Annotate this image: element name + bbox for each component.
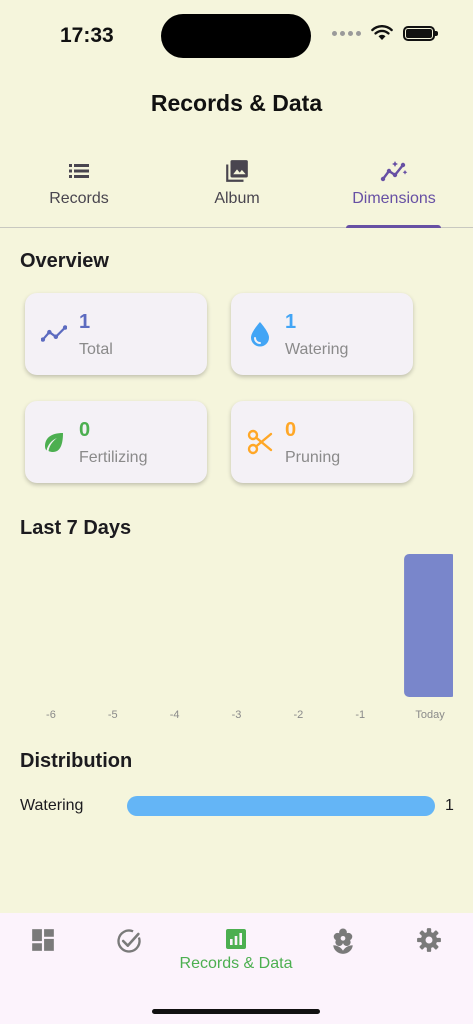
home-indicator (152, 1009, 320, 1014)
stat-label: Pruning (285, 449, 341, 466)
chart-tick-label: -6 (46, 709, 56, 721)
scissors-icon (247, 429, 273, 455)
chart-tick-label: Today (415, 709, 445, 721)
nav-records-data[interactable]: Records & Data (166, 913, 306, 983)
battery-icon (403, 25, 438, 41)
stat-label: Total (79, 341, 113, 358)
chart-tick-label: -2 (293, 709, 303, 721)
nav-settings[interactable] (386, 913, 472, 983)
cellular-signal-icon (332, 30, 361, 36)
distribution-count: 1 (445, 797, 454, 814)
nav-records-data-label: Records & Data (179, 955, 293, 972)
water-drop-icon (247, 321, 273, 347)
check-circle-icon (117, 929, 141, 953)
stat-value: 0 (285, 419, 297, 441)
nav-tasks[interactable] (86, 913, 172, 983)
list-icon (67, 156, 91, 186)
flower-icon (333, 928, 353, 954)
stat-card-watering: 1 Watering (231, 293, 413, 375)
bar-chart-icon (226, 929, 246, 949)
trend-line-icon (41, 321, 67, 347)
chart-tick-label: -4 (170, 709, 180, 721)
tab-album-label: Album (214, 190, 260, 207)
wifi-icon (371, 25, 393, 40)
distribution-label: Watering (20, 797, 84, 814)
chart-tick-label: -5 (108, 709, 118, 721)
stat-label: Watering (285, 341, 349, 358)
photo-library-icon (224, 156, 250, 186)
dashboard-icon (32, 929, 54, 951)
bar-chart: -6 -5 -4 -3 -2 -1 Today (46, 554, 453, 721)
tab-dimensions[interactable]: Dimensions (315, 148, 473, 227)
stat-value: 1 (79, 311, 91, 333)
page-title: Records & Data (150, 90, 323, 116)
tab-bar: Records Album Dimensions (0, 148, 473, 228)
distribution-bar-fill (127, 796, 435, 816)
status-icons (332, 25, 438, 41)
settings-icon (417, 928, 441, 952)
distribution-bar-track (127, 796, 435, 816)
tab-records[interactable]: Records (0, 148, 158, 227)
stat-card-pruning: 0 Pruning (231, 401, 413, 483)
stat-value: 0 (79, 419, 91, 441)
status-bar: 17:33 (0, 0, 473, 70)
nav-plants[interactable] (300, 913, 386, 983)
stat-value: 1 (285, 311, 297, 333)
last7-chart: -6 -5 -4 -3 -2 -1 Today (20, 548, 453, 724)
chart-tick-label: -3 (232, 709, 242, 721)
tab-album[interactable]: Album (158, 148, 316, 227)
status-time: 17:33 (60, 24, 114, 47)
overview-title: Overview (20, 250, 109, 272)
nav-dashboard[interactable] (0, 913, 86, 983)
chart-bar (404, 554, 453, 697)
tab-dimensions-label: Dimensions (352, 190, 436, 207)
chart-tick-label: -1 (355, 709, 365, 721)
tab-records-label: Records (49, 190, 109, 207)
leaf-icon (41, 429, 67, 455)
last7-title: Last 7 Days (20, 517, 132, 539)
bottom-nav: Records & Data (0, 913, 473, 1024)
stat-card-total: 1 Total (25, 293, 207, 375)
dynamic-island (161, 14, 311, 58)
insights-icon (380, 156, 408, 186)
stat-card-fertilizing: 0 Fertilizing (25, 401, 207, 483)
distribution-title: Distribution (20, 750, 133, 772)
stat-label: Fertilizing (79, 449, 148, 466)
tab-indicator (346, 225, 441, 228)
distribution-row: Watering 1 (20, 794, 460, 818)
